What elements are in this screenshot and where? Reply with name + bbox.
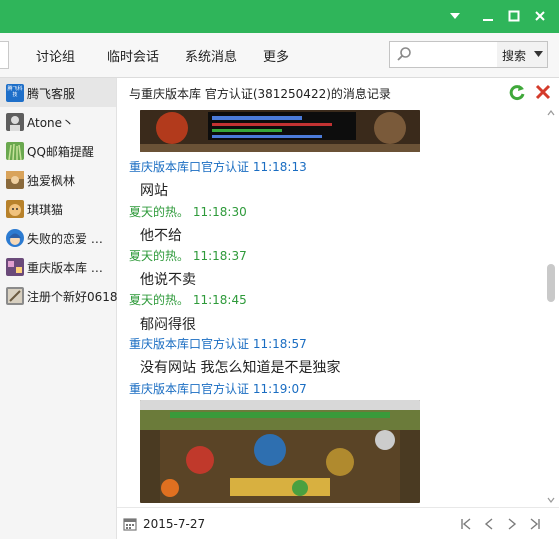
tab-discussion-group[interactable]: 讨论组 <box>36 46 75 65</box>
sender-name: 重庆版本库口官方认证 <box>129 160 250 174</box>
message-image[interactable] <box>140 110 420 152</box>
contact-list: 腾飞科技 腾飞客服 Atone丶 QQ邮箱提醒 独爱枫林 琪琪猫 失败的恋爱 … <box>0 78 118 539</box>
tab-system-messages[interactable]: 系统消息 <box>185 46 237 65</box>
search-icon <box>397 47 411 61</box>
contact-name: 注册个新好0618 <box>27 290 118 304</box>
search-dropdown-icon[interactable] <box>534 51 543 57</box>
sender-name: 夏天的热。 <box>129 249 190 263</box>
search-input[interactable] <box>389 41 499 68</box>
contact-item-tengfei[interactable]: 腾飞科技 腾飞客服 <box>0 78 116 107</box>
message-time: 11:19:07 <box>252 382 307 396</box>
previous-page-icon[interactable] <box>481 516 497 532</box>
avatar <box>6 142 24 161</box>
message-time: 11:18:45 <box>192 293 247 307</box>
vertical-scrollbar[interactable] <box>545 107 557 507</box>
delete-icon[interactable] <box>534 83 552 101</box>
contact-item-qqmail[interactable]: QQ邮箱提醒 <box>0 136 116 165</box>
avatar <box>6 287 24 305</box>
message-meta: 夏天的热。 11:18:30 <box>129 203 247 220</box>
message-meta: 夏天的热。 11:18:45 <box>129 291 247 308</box>
message-text: 没有网站 我怎么知道是不是独家 <box>140 360 341 376</box>
message-meta: 重庆版本库口官方认证 11:19:07 <box>129 380 307 397</box>
contact-name: 失败的恋爱 … <box>27 232 103 246</box>
contact-item-zhuce[interactable]: 注册个新好0618 <box>0 281 118 310</box>
avatar: 腾飞科技 <box>6 84 24 102</box>
tab-temp-session[interactable]: 临时会话 <box>107 46 159 65</box>
refresh-icon[interactable] <box>508 83 526 101</box>
message-image[interactable] <box>140 400 420 503</box>
tab-more[interactable]: 更多 <box>263 46 289 65</box>
message-meta: 重庆版本库口官方认证 11:18:57 <box>129 335 307 352</box>
contact-name: 重庆版本库 … <box>27 261 103 275</box>
message-record-panel: 与重庆版本库 官方认证(381250422)的消息记录 重庆版本库口官方认证 1… <box>117 78 559 539</box>
last-page-icon[interactable] <box>527 516 543 532</box>
sender-name: 重庆版本库口官方认证 <box>129 382 250 396</box>
contact-name: Atone丶 <box>27 116 75 130</box>
toolbar-left-edge <box>0 41 9 69</box>
message-meta: 重庆版本库口官方认证 11:18:13 <box>129 158 307 175</box>
contact-name: 独爱枫林 <box>27 174 76 188</box>
message-text: 网站 <box>140 183 168 199</box>
avatar <box>6 113 24 131</box>
message-time: 11:18:57 <box>252 337 307 351</box>
sender-name: 夏天的热。 <box>129 293 190 307</box>
footer-date: 2015-7-27 <box>143 517 206 531</box>
avatar <box>6 258 24 276</box>
contact-item-qiqimao[interactable]: 琪琪猫 <box>0 194 116 223</box>
contact-name: QQ邮箱提醒 <box>27 145 94 159</box>
close-icon[interactable] <box>531 7 549 25</box>
contact-item-chongqing[interactable]: 重庆版本库 … <box>0 252 116 281</box>
message-text: 他说不卖 <box>140 272 196 288</box>
message-meta: 夏天的热。 11:18:37 <box>129 247 247 264</box>
message-text: 郁闷得很 <box>140 317 196 333</box>
search-button[interactable]: 搜索 <box>497 41 548 68</box>
contact-item-shibai[interactable]: 失败的恋爱 … <box>0 223 116 252</box>
message-time: 11:18:30 <box>192 205 247 219</box>
avatar-text: 腾飞科技 <box>7 86 23 98</box>
minimize-icon[interactable] <box>479 7 497 25</box>
contact-name: 腾飞客服 <box>27 87 76 101</box>
calendar-icon[interactable] <box>123 517 137 531</box>
title-bar <box>0 0 559 33</box>
sender-name: 重庆版本库口官方认证 <box>129 337 250 351</box>
search-button-label: 搜索 <box>502 49 527 63</box>
first-page-icon[interactable] <box>458 516 474 532</box>
dropdown-icon[interactable] <box>446 7 464 25</box>
toolbar: 讨论组 临时会话 系统消息 更多 搜索 <box>0 33 559 78</box>
avatar <box>6 171 24 189</box>
message-time: 11:18:13 <box>252 160 307 174</box>
message-text: 他不给 <box>140 228 182 244</box>
avatar <box>6 200 24 218</box>
date-footer: 2015-7-27 <box>117 507 559 540</box>
message-time: 11:18:37 <box>192 249 247 263</box>
maximize-icon[interactable] <box>505 7 523 25</box>
sender-name: 夏天的热。 <box>129 205 190 219</box>
contact-name: 琪琪猫 <box>27 203 64 217</box>
avatar <box>6 229 24 247</box>
contact-item-duaifenglin[interactable]: 独爱枫林 <box>0 165 116 194</box>
contact-item-atone[interactable]: Atone丶 <box>0 107 116 136</box>
record-title: 与重庆版本库 官方认证(381250422)的消息记录 <box>129 87 391 101</box>
next-page-icon[interactable] <box>504 516 520 532</box>
